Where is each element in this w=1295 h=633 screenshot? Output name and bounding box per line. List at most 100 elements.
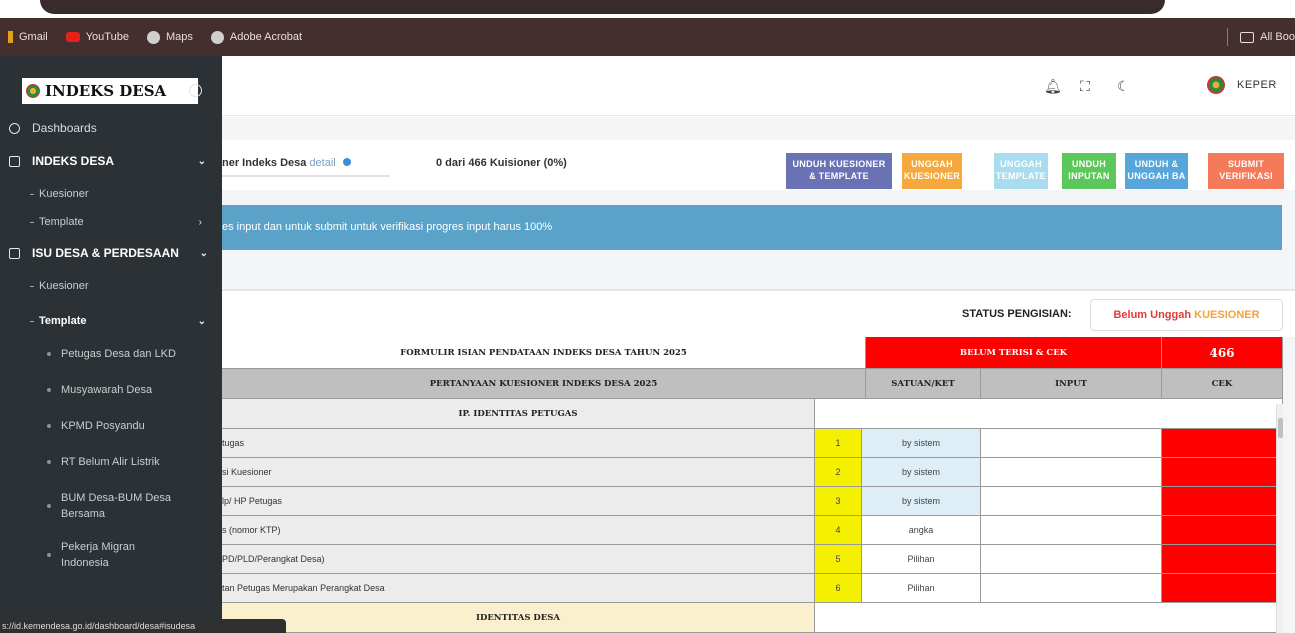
- sidebar-item-petugas-desa[interactable]: Petugas Desa dan LKD: [0, 336, 222, 372]
- bookmark-maps[interactable]: Maps: [146, 30, 193, 44]
- number-cell: 4: [815, 516, 862, 545]
- progress-text: 0 dari 466 Kuisioner (0%): [436, 157, 567, 169]
- status-label: STATUS PENGISIAN:: [962, 308, 1072, 320]
- youtube-icon: [65, 32, 80, 42]
- info-alert: es input dan untuk submit untuk verifika…: [222, 205, 1282, 250]
- sidebar-item-musyawarah-desa[interactable]: Musyawarah Desa: [0, 372, 222, 408]
- cek-cell: [1162, 429, 1283, 458]
- scrollbar-thumb[interactable]: [1278, 418, 1283, 438]
- sidebar-nav: Dashboards INDEKS DESA ⌄ Kuesioner Templ…: [0, 118, 222, 578]
- sidebar-item-bum-desa[interactable]: BUM Desa-BUM Desa Bersama: [0, 480, 222, 532]
- sidebar-item-rt-belum-alir-listrik[interactable]: RT Belum Alir Listrik: [0, 444, 222, 480]
- number-cell: 3: [815, 487, 862, 516]
- input-cell[interactable]: [981, 458, 1162, 487]
- input-cell[interactable]: [981, 516, 1162, 545]
- user-name[interactable]: KEPER: [1237, 79, 1277, 91]
- table-header-row: PERTANYAAN KUESIONER INDEKS DESA 2025 SA…: [222, 369, 1283, 399]
- questionnaire-info-card: ner Indeks Desa detail 0 dari 466 Kuisio…: [222, 140, 1295, 190]
- globe-icon: [210, 30, 224, 44]
- browser-top-strip: [0, 0, 1295, 18]
- question-cell: tan Petugas Merupakan Perangkat Desa: [222, 574, 815, 603]
- satuan-cell: Pilihan: [862, 545, 981, 574]
- question-cell: tugas: [222, 429, 815, 458]
- unduh-unggah-ba-button[interactable]: UNDUH & UNGGAH BA: [1125, 153, 1188, 189]
- belum-terisi-cell: BELUM TERISI & CEK: [866, 337, 1162, 369]
- section-identitas-desa: IDENTITAS DESA: [222, 603, 815, 633]
- table-row: tan Petugas Merupakan Perangkat Desa 6 P…: [222, 574, 1283, 603]
- table-header-title-row: FORMULIR ISIAN PENDATAAN INDEKS DESA TAH…: [222, 337, 1283, 369]
- cek-cell: [1162, 574, 1283, 603]
- submit-verifikasi-button[interactable]: SUBMIT VERIFIKASI: [1208, 153, 1284, 189]
- bookmark-bar: Gmail YouTube Maps Adobe Acrobat All Boo: [0, 18, 1295, 56]
- bookmark-youtube[interactable]: YouTube: [65, 31, 129, 43]
- questionnaire-table: FORMULIR ISIAN PENDATAAN INDEKS DESA TAH…: [222, 337, 1283, 633]
- chevron-down-icon: ⌄: [197, 155, 206, 167]
- detail-link[interactable]: detail: [309, 157, 335, 169]
- progress-track: [222, 175, 390, 177]
- question-cell: PD/PLD/Perangkat Desa): [222, 545, 815, 574]
- sidebar-item-kuesioner[interactable]: Kuesioner: [0, 184, 222, 204]
- bookmark-adobe-acrobat[interactable]: Adobe Acrobat: [210, 30, 302, 44]
- table-row: si Kuesioner 2 by sistem: [222, 458, 1283, 487]
- number-cell: 5: [815, 545, 862, 574]
- input-cell[interactable]: [981, 487, 1162, 516]
- col-input-header: INPUT: [981, 369, 1162, 399]
- table-row: s (nomor KTP) 4 angka: [222, 516, 1283, 545]
- chevron-right-icon: ›: [198, 216, 202, 228]
- question-cell: s (nomor KTP): [222, 516, 815, 545]
- dashboard-icon: [9, 122, 20, 134]
- input-cell[interactable]: [981, 429, 1162, 458]
- unggah-kuesioner-button[interactable]: UNGGAH KUESIONER: [902, 153, 962, 189]
- sidebar-item-pekerja-migran[interactable]: Pekerja Migran Indonesia: [0, 532, 222, 578]
- sidebar-item-kpmd-posyandu[interactable]: KPMD Posyandu: [0, 408, 222, 444]
- satuan-cell: by sistem: [862, 458, 981, 487]
- sidebar-item-label: Pekerja Migran Indonesia: [61, 541, 135, 569]
- unduh-kuesioner-template-button[interactable]: UNDUH KUESIONER & TEMPLATE: [786, 153, 892, 189]
- document-icon: [9, 155, 20, 167]
- satuan-cell: Pilihan: [862, 574, 981, 603]
- sidebar-item-isu-desa[interactable]: ISU DESA & PERDESAAN ⌄: [0, 240, 222, 266]
- folder-icon: [1240, 31, 1255, 43]
- sidebar-toggle-icon[interactable]: [189, 84, 202, 97]
- col-question-header: PERTANYAAN KUESIONER INDEKS DESA 2025: [222, 369, 866, 399]
- section-row: IP. IDENTITAS PETUGAS: [222, 399, 1283, 429]
- info-dot-icon[interactable]: [342, 158, 351, 166]
- unduh-inputan-button[interactable]: UNDUH INPUTAN: [1062, 153, 1116, 189]
- moon-icon[interactable]: ☾: [1117, 78, 1130, 95]
- cek-cell: [1162, 545, 1283, 574]
- count-cell: 466: [1162, 337, 1283, 369]
- question-cell: si Kuesioner: [222, 458, 815, 487]
- input-cell[interactable]: [981, 574, 1162, 603]
- status-url: s://id.kemendesa.go.id/dashboard/desa#is…: [0, 619, 286, 633]
- cek-cell: [1162, 516, 1283, 545]
- satuan-cell: by sistem: [862, 487, 981, 516]
- unggah-template-button[interactable]: UNGGAH TEMPLATE: [994, 153, 1048, 189]
- book-icon: [9, 247, 20, 259]
- sidebar-item-kuesioner-isu[interactable]: Kuesioner: [0, 266, 222, 306]
- cek-cell: [1162, 487, 1283, 516]
- bookmark-divider: [1227, 28, 1229, 46]
- brand-logo[interactable]: INDEKS DESA: [22, 78, 198, 104]
- number-cell: 1: [815, 429, 862, 458]
- indeks-desa-logo-icon: [26, 84, 40, 98]
- fullscreen-icon[interactable]: ⛶: [1080, 78, 1090, 95]
- bell-icon[interactable]: 🔔︎: [1044, 78, 1062, 95]
- bookmark-gmail[interactable]: Gmail: [8, 31, 48, 43]
- satuan-cell: by sistem: [862, 429, 981, 458]
- avatar[interactable]: [1207, 76, 1225, 94]
- input-cell[interactable]: [981, 545, 1162, 574]
- gmail-icon: [8, 31, 13, 43]
- sidebar-item-label: BUM Desa-BUM Desa Bersama: [61, 492, 172, 520]
- chevron-down-icon: ⌄: [197, 315, 206, 327]
- sidebar-item-template[interactable]: Template ›: [0, 204, 222, 240]
- browser-tab-shape: [40, 0, 1165, 14]
- sidebar-item-dashboards[interactable]: Dashboards: [0, 118, 222, 138]
- sidebar-item-template-isu[interactable]: Template ⌄: [0, 306, 222, 336]
- sidebar-item-indeks-desa[interactable]: INDEKS DESA ⌄: [0, 138, 222, 184]
- number-cell: 2: [815, 458, 862, 487]
- all-bookmarks[interactable]: All Boo: [1227, 18, 1295, 56]
- table-scrollbar[interactable]: [1276, 404, 1283, 633]
- table-row: PD/PLD/Perangkat Desa) 5 Pilihan: [222, 545, 1283, 574]
- table-row: lp/ HP Petugas 3 by sistem: [222, 487, 1283, 516]
- satuan-cell: angka: [862, 516, 981, 545]
